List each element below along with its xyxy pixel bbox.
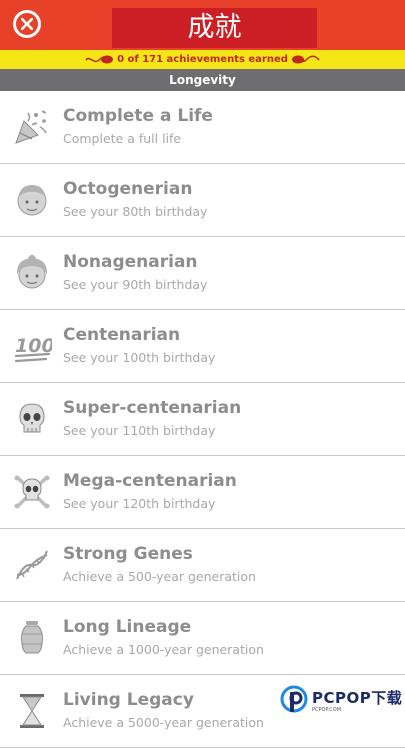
title-block: 成就 [112,8,317,48]
list-item[interactable]: Strong Genes Achieve a 500-year generati… [0,529,405,602]
achievements-count-bar: 0 of 171 achievements earned [0,50,405,69]
list-item[interactable]: Octogenerian See your 80th birthday [0,164,405,237]
list-item[interactable]: Nonagenarian See your 90th birthday [0,237,405,310]
close-button[interactable] [13,10,41,38]
item-description: See your 110th birthday [63,423,216,438]
party-popper-icon [15,110,47,144]
item-name: Nonagenarian [63,252,198,272]
achievements-count: 0 of 171 achievements earned [117,54,288,65]
item-name: Super-centenarian [63,398,242,418]
dna-icon [16,550,48,580]
item-description: Achieve a 5000-year generation [63,715,264,730]
item-description: Achieve a 500-year generation [63,569,256,584]
close-x-icon [21,18,33,30]
page-title: 成就 [187,12,242,43]
list-item[interactable]: Long Lineage Achieve a 1000-year generat… [0,602,405,675]
item-name: Long Lineage [63,617,192,637]
item-description: See your 120th birthday [63,496,216,511]
item-description: See your 90th birthday [63,277,208,292]
item-name: Living Legacy [63,690,194,710]
item-name: Centenarian [63,325,181,345]
item-description: Complete a full life [63,131,182,146]
watermark-text: PCPOP下载 [312,689,403,707]
item-name: Strong Genes [63,544,193,564]
item-description: See your 80th birthday [63,204,208,219]
section-header: Longevity [0,69,405,91]
list-item[interactable]: 100 Centenarian See your 100th birthday [0,310,405,383]
list-item[interactable]: Complete a Life Complete a full life [0,91,405,164]
watermark-subtext: PCPOP.COM [312,707,342,713]
item-description: See your 100th birthday [63,350,216,365]
section-title: Longevity [169,73,236,87]
pcpop-logo-icon [280,685,308,713]
item-description: Achieve a 1000-year generation [63,642,264,657]
item-name: Complete a Life [63,106,213,126]
old-woman-face-icon [16,255,48,289]
hourglass-icon [20,694,44,728]
header-bar: 成就 [0,0,405,50]
hundred-points-icon: 100 [14,335,52,363]
item-name: Mega-centenarian [63,471,237,491]
watermark: PCPOP下载 PCPOP.COM [276,681,405,720]
list-item[interactable]: Mega-centenarian See your 120th birthday [0,456,405,529]
urn-icon [21,621,43,654]
old-man-face-icon [17,185,47,216]
right-swirl-icon [292,55,320,64]
achievement-list: Complete a Life Complete a full life Oct… [0,91,405,748]
skull-crossbones-icon [14,475,50,509]
skull-icon [19,403,45,433]
item-name: Octogenerian [63,179,193,199]
list-item[interactable]: Super-centenarian See your 110th birthda… [0,383,405,456]
